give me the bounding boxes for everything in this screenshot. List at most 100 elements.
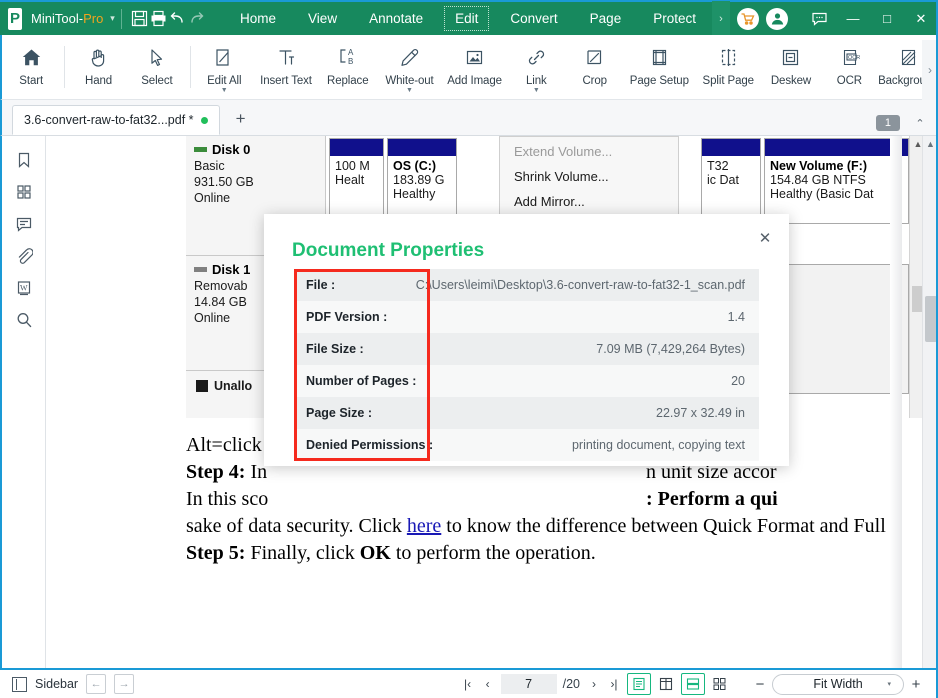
pdf-line-right-2-bold: : Perform a qui [646, 488, 778, 510]
menu-tab-list: Home View Annotate Edit Convert Page Pro… [224, 1, 712, 36]
property-value: printing document, copying text [571, 438, 745, 452]
menu-tab-protect[interactable]: Protect [637, 1, 712, 36]
sidebar-item-comment[interactable] [2, 210, 46, 242]
continuous-scroll-icon[interactable] [681, 673, 705, 695]
sidebar-toggle-label: Sidebar [35, 677, 79, 691]
minimize-button[interactable]: — [836, 1, 870, 36]
properties-table: File : C:\Users\leimi\Desktop\3.6-conver… [294, 269, 759, 461]
single-page-view-icon[interactable] [627, 673, 651, 695]
menu-tab-convert[interactable]: Convert [494, 1, 573, 36]
chevron-down-icon[interactable]: ▼ [221, 87, 228, 94]
sidebar-toggle-button[interactable]: Sidebar [12, 676, 79, 692]
menu-tab-home[interactable]: Home [224, 1, 292, 36]
deskew-icon [780, 44, 801, 70]
nav-back-button[interactable]: ← [86, 674, 107, 694]
cart-icon[interactable] [737, 7, 759, 30]
chevron-down-icon[interactable]: ▾ [887, 680, 891, 688]
ribbon-split-page-button[interactable]: Split Page [695, 40, 762, 87]
ribbon-edit-all-button[interactable]: Edit All ▼ [195, 40, 253, 94]
hand-icon [88, 44, 109, 70]
undo-icon[interactable] [168, 4, 187, 34]
here-link[interactable]: here [407, 515, 441, 537]
volume-body: 100 M Healt [330, 156, 383, 187]
menu-item-shrink-volume[interactable]: Shrink Volume... [500, 164, 678, 189]
menu-tab-page[interactable]: Page [574, 1, 638, 36]
step5-ok: OK [359, 542, 391, 564]
dialog-close-button[interactable]: ✕ [753, 226, 777, 250]
maximize-button[interactable]: □ [870, 1, 904, 36]
prev-page-button[interactable]: ‹ [478, 677, 498, 691]
step5-label: Step 5: [186, 542, 251, 564]
sidebar-item-search[interactable] [2, 306, 46, 338]
menu-tab-edit[interactable]: Edit [439, 1, 494, 36]
pdf-line-sake: sake of data security. Click here to kno… [186, 513, 938, 540]
sidebar-item-word[interactable]: W [2, 274, 46, 306]
account-icon[interactable] [766, 7, 788, 30]
menu-item-add-mirror[interactable]: Add Mirror... [500, 189, 678, 214]
search-icon [15, 311, 33, 334]
ribbon-insert-text-button[interactable]: Insert Text [253, 40, 318, 87]
first-page-button[interactable]: |‹ [458, 677, 478, 691]
property-key: Denied Permissions : [306, 438, 434, 452]
menu-overflow-chevron-icon[interactable]: › [712, 1, 730, 36]
print-icon[interactable] [149, 4, 168, 34]
unallocated-swatch-icon [196, 380, 208, 392]
disk-type: Basic [194, 159, 225, 173]
menu-tab-annotate[interactable]: Annotate [353, 1, 439, 36]
menu-item-extend-volume[interactable]: Extend Volume... [500, 139, 678, 164]
brand-dropdown-caret-icon[interactable]: ▾ [110, 13, 115, 24]
next-page-button[interactable]: › [584, 677, 604, 691]
zoom-out-button[interactable]: − [748, 676, 772, 693]
disk-name: Disk 0 [212, 142, 251, 157]
svg-text:B: B [348, 57, 353, 66]
page-number-input[interactable] [500, 674, 557, 694]
chevron-down-icon[interactable]: ▼ [406, 87, 413, 94]
sidebar-item-attachment[interactable] [2, 242, 46, 274]
last-page-button[interactable]: ›| [604, 677, 624, 691]
facing-page-view-icon[interactable] [654, 673, 678, 695]
property-key: PDF Version : [306, 310, 388, 324]
ocr-icon: OCR [839, 44, 860, 70]
ribbon-page-setup-button[interactable]: Page Setup [624, 40, 695, 87]
ribbon-add-image-button[interactable]: Add Image [442, 40, 507, 87]
ribbon-crop-button[interactable]: Crop [566, 40, 624, 87]
title-bar: P MiniTool-Pro ▾ Home View Annotate Edit… [0, 0, 938, 36]
redo-icon[interactable] [187, 4, 206, 34]
document-properties-dialog: Document Properties ✕ File : C:\Users\le… [264, 214, 789, 466]
ribbon-select-button[interactable]: Select [128, 40, 186, 87]
volume-box-3: New Volume (F:) 154.84 GB NTFS Healthy (… [764, 138, 909, 224]
tiled-view-icon[interactable] [708, 673, 732, 695]
ribbon-hand-button[interactable]: Hand [69, 40, 127, 87]
ribbon-ocr-button[interactable]: OCR OCR [820, 40, 878, 87]
chevron-up-icon[interactable]: ⌃ [910, 117, 930, 130]
zoom-level-select[interactable]: Fit Width ▾ [772, 673, 904, 695]
document-tab[interactable]: 3.6-convert-raw-to-fat32...pdf * [12, 105, 220, 135]
ribbon-start-button[interactable]: Start [2, 40, 60, 87]
feedback-icon[interactable] [802, 1, 836, 36]
disk-context-menu[interactable]: Extend Volume... Shrink Volume... Add Mi… [499, 136, 679, 216]
sidebar-item-thumbnails[interactable] [2, 178, 46, 210]
new-tab-button[interactable]: + [230, 108, 252, 130]
close-button[interactable]: ✕ [904, 1, 938, 36]
ribbon-replace-button[interactable]: AB Replace [319, 40, 377, 88]
svg-text:W: W [20, 283, 28, 292]
disk-name: Disk 1 [212, 262, 251, 277]
attachment-icon [15, 247, 34, 270]
ribbon-deskew-button[interactable]: Deskew [762, 40, 820, 87]
home-icon [21, 44, 42, 70]
save-icon[interactable] [129, 4, 148, 34]
ribbon-link-button[interactable]: Link ▼ [507, 40, 565, 94]
chevron-down-icon[interactable]: ▼ [533, 87, 540, 94]
table-row: File Size : 7.09 MB (7,429,264 Bytes) [294, 333, 759, 365]
menu-tab-view[interactable]: View [292, 1, 353, 36]
disk-title: Disk 0 [194, 142, 325, 157]
nav-forward-button[interactable]: → [114, 674, 135, 694]
sidebar-item-bookmark[interactable] [2, 146, 46, 178]
ribbon-white-out-button[interactable]: White-out ▼ [377, 40, 442, 94]
volume-size: 183.89 G [393, 173, 445, 187]
property-value: 22.97 x 32.49 in [656, 406, 745, 420]
ribbon-label: OCR [836, 75, 862, 87]
zoom-in-button[interactable]: + [904, 676, 928, 693]
cursor-icon [146, 44, 167, 70]
volume-box-1: OS (C:) 183.89 G Healthy [387, 138, 457, 224]
